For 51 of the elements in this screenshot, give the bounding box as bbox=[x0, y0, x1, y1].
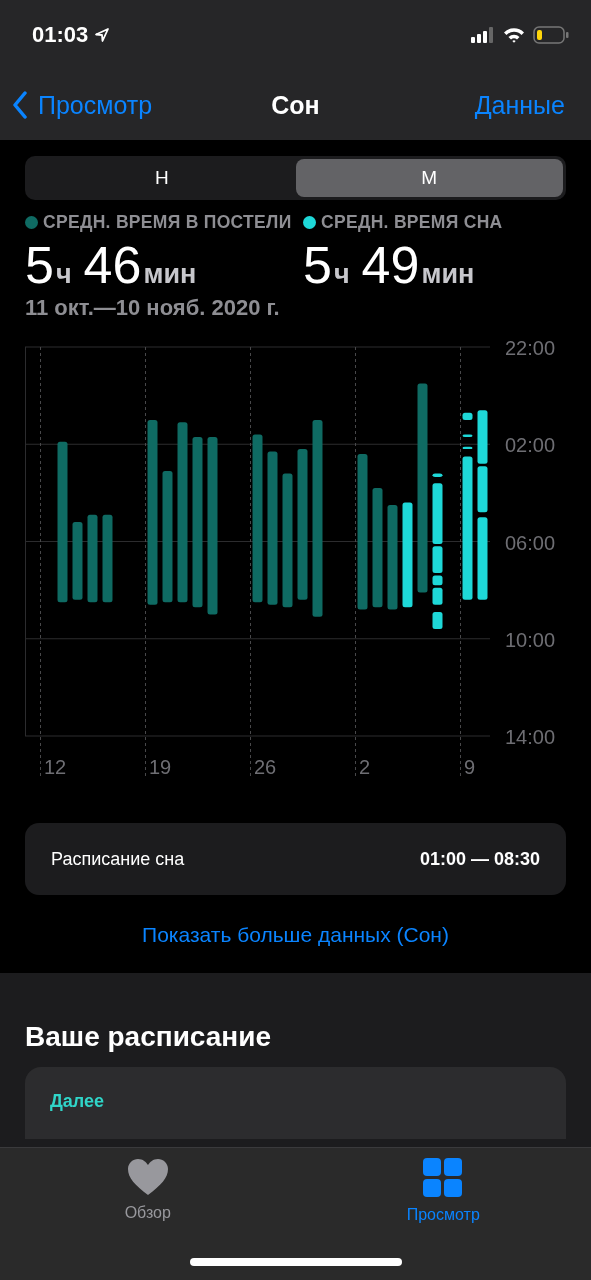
y-axis-label: 06:00 bbox=[505, 531, 556, 554]
grid-icon bbox=[423, 1158, 464, 1198]
schedule-card[interactable]: Далее bbox=[25, 1067, 566, 1139]
stat-label: СРЕДН. ВРЕМЯ СНА bbox=[321, 212, 503, 233]
stat-minutes: 46 bbox=[83, 235, 142, 295]
sleep-bar bbox=[462, 412, 473, 420]
sleep-bar bbox=[432, 473, 443, 478]
data-button[interactable]: Данные bbox=[474, 90, 565, 120]
heart-icon bbox=[126, 1158, 169, 1196]
y-axis-label: 02:00 bbox=[505, 434, 556, 457]
x-axis-label: 9 bbox=[464, 756, 476, 778]
sleep-bar bbox=[477, 466, 488, 513]
back-button[interactable]: Просмотр bbox=[12, 90, 153, 120]
sleep-bar bbox=[462, 434, 473, 437]
battery-icon bbox=[533, 26, 569, 44]
stat-hours: 5 bbox=[25, 235, 54, 295]
sleep-bar bbox=[432, 483, 443, 544]
section-title: Ваше расписание bbox=[25, 1021, 273, 1053]
stat-unit: мин bbox=[143, 259, 197, 290]
segment-tab[interactable]: М bbox=[295, 159, 563, 197]
segment-tab[interactable]: Н bbox=[28, 159, 296, 197]
location-arrow-icon bbox=[94, 27, 111, 43]
show-more-link[interactable]: Показать больше данных (Сон) bbox=[25, 923, 566, 947]
stat-label: СРЕДН. ВРЕМЯ В ПОСТЕЛИ bbox=[43, 212, 292, 233]
signal-icon bbox=[471, 27, 495, 43]
schedule-row[interactable]: Расписание сна 01:00 — 08:30 bbox=[25, 823, 566, 895]
wifi-icon bbox=[503, 27, 525, 43]
stat-unit: мин bbox=[421, 259, 475, 290]
nav-title: Сон bbox=[271, 90, 320, 120]
x-axis-label: 26 bbox=[254, 756, 277, 778]
y-axis-label: 10:00 bbox=[505, 628, 556, 651]
stat-unit: ч bbox=[333, 259, 350, 290]
x-axis-label: 19 bbox=[149, 756, 172, 778]
stat-minutes: 49 bbox=[361, 235, 420, 295]
sleep-bar bbox=[432, 612, 443, 629]
stat-hours: 5 bbox=[303, 235, 332, 295]
status-time: 01:03 bbox=[32, 22, 89, 48]
x-axis-label: 2 bbox=[359, 756, 371, 778]
y-axis-label: 22:00 bbox=[505, 337, 556, 359]
tab-item[interactable]: Обзор bbox=[77, 1158, 218, 1224]
row-label: Расписание сна bbox=[51, 848, 185, 870]
tab-item[interactable]: Просмотр bbox=[373, 1158, 514, 1224]
date-range: 11 окт.—10 нояб. 2020 г. bbox=[25, 295, 281, 321]
x-axis-label: 12 bbox=[44, 756, 67, 778]
y-axis-label: 14:00 bbox=[505, 726, 556, 748]
card-heading: Далее bbox=[50, 1091, 106, 1112]
sleep-bar bbox=[462, 446, 473, 450]
stat-unit: ч bbox=[55, 259, 72, 290]
row-value: 01:00 — 08:30 bbox=[419, 848, 540, 870]
back-chevron-icon bbox=[12, 91, 28, 119]
sleep-bar bbox=[477, 410, 488, 464]
